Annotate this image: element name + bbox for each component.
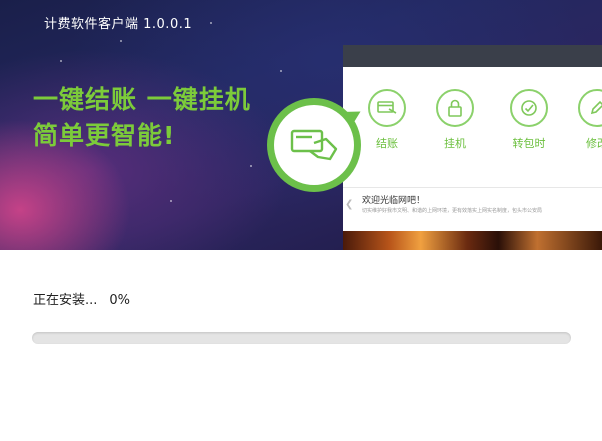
feature-edit: 修改 — [574, 89, 602, 151]
slogan-line-2: 简单更智能! — [33, 121, 176, 150]
feature-package-time: 转包时 — [506, 89, 552, 151]
header-banner: 计费软件客户端 1.0.0.1 一键结账 一键挂机 简单更智能! 结账 挂机 转… — [0, 0, 602, 250]
card-payment-icon — [274, 105, 354, 185]
feature-label: 挂机 — [444, 137, 466, 150]
star-decoration — [210, 22, 212, 24]
edit-icon — [578, 89, 602, 127]
install-progress-bar — [32, 332, 571, 344]
welcome-title: 欢迎光临网吧！ — [362, 196, 426, 206]
star-decoration — [120, 40, 122, 42]
slogan-line-1: 一键结账 一键挂机 — [33, 85, 251, 114]
welcome-subtitle: 切实维护好我市文明、和谐的上网环境，更有效落实上网实名制度，包头市公安局 — [362, 208, 543, 214]
clock-icon — [510, 89, 548, 127]
client-preview-screenshot: 结账 挂机 转包时 修改 ❮ 欢迎光 — [343, 45, 602, 250]
star-decoration — [60, 60, 62, 62]
star-decoration — [170, 200, 172, 202]
chevron-left-icon: ❮ — [345, 199, 354, 210]
feature-checkout: 结账 — [364, 89, 410, 151]
feature-label: 结账 — [376, 137, 398, 150]
install-status: 正在安装... 0% — [33, 289, 130, 308]
feature-label: 修改 — [586, 137, 602, 150]
lock-icon — [436, 89, 474, 127]
star-decoration — [280, 70, 282, 72]
game-banner-image — [343, 231, 602, 250]
window-title: 计费软件客户端 1.0.0.1 — [44, 17, 193, 32]
star-decoration — [250, 165, 252, 167]
welcome-panel: ❮ 欢迎光临网吧！ 切实维护好我市文明、和谐的上网环境，更有效落实上网实名制度，… — [343, 187, 602, 232]
feature-label: 转包时 — [512, 137, 546, 150]
feature-hangup: 挂机 — [432, 89, 478, 151]
client-preview-titlebar — [343, 45, 602, 67]
install-status-text: 正在安装... — [33, 293, 98, 308]
install-percent: 0% — [109, 293, 131, 308]
card-payment-icon — [368, 89, 406, 127]
client-preview-toolbar: 结账 挂机 转包时 修改 — [343, 67, 602, 187]
